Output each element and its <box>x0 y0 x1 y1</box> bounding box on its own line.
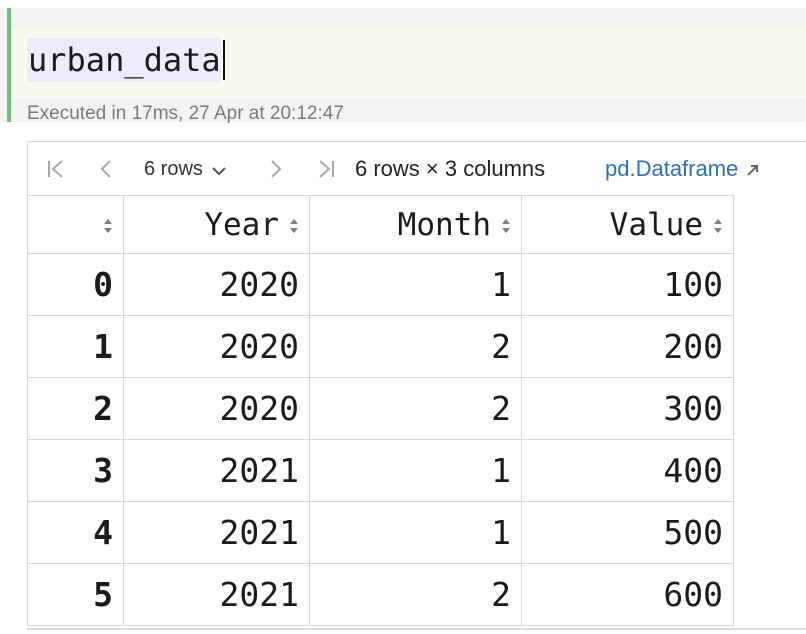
sort-icon[interactable] <box>501 206 511 242</box>
table-toolbar: 6 rows 6 rows × 3 columns pd.Dataframe <box>27 141 806 195</box>
execution-info: Executed in 17ms, 27 Apr at 20:12:47 <box>27 103 344 124</box>
dataframe-link[interactable]: pd.Dataframe <box>605 154 760 184</box>
column-header-label: Month <box>397 206 491 243</box>
next-page-icon[interactable] <box>266 154 286 184</box>
row-index: 3 <box>27 439 124 502</box>
table-row[interactable]: 3 2021 1 400 <box>27 439 734 502</box>
table-row[interactable]: 2 2020 2 300 <box>27 377 734 440</box>
text-caret <box>223 40 225 80</box>
cell-value[interactable]: 300 <box>521 377 734 440</box>
table-row[interactable]: 5 2021 2 600 <box>27 563 734 626</box>
cell-month[interactable]: 2 <box>309 563 522 626</box>
cell-month[interactable]: 1 <box>309 501 522 564</box>
cell-value[interactable]: 600 <box>521 563 734 626</box>
table-bottom-divider <box>27 628 806 630</box>
cell-year[interactable]: 2021 <box>123 563 310 626</box>
data-table: Year Month Value 0 2020 1 100 1 2020 2 2… <box>27 195 734 626</box>
cell-year[interactable]: 2020 <box>123 377 310 440</box>
column-header-label: Value <box>609 206 703 243</box>
cell-value[interactable]: 100 <box>521 253 734 316</box>
sort-icon[interactable] <box>713 206 723 242</box>
row-index: 1 <box>27 315 124 378</box>
cell-month[interactable]: 2 <box>309 377 522 440</box>
cell-year[interactable]: 2021 <box>123 501 310 564</box>
column-header-year[interactable]: Year <box>123 195 310 254</box>
first-page-icon[interactable] <box>44 154 68 184</box>
sort-icon[interactable] <box>103 206 113 242</box>
previous-page-icon[interactable] <box>96 154 116 184</box>
cell-month[interactable]: 2 <box>309 315 522 378</box>
row-index: 4 <box>27 501 124 564</box>
cell-month[interactable]: 1 <box>309 439 522 502</box>
column-header-value[interactable]: Value <box>521 195 734 254</box>
code-cell[interactable]: urban_data Executed in 17ms, 27 Apr at 2… <box>0 8 806 124</box>
cell-value[interactable]: 400 <box>521 439 734 502</box>
last-page-icon[interactable] <box>314 154 338 184</box>
dataframe-link-label: pd.Dataframe <box>605 156 739 181</box>
table-row[interactable]: 4 2021 1 500 <box>27 501 734 564</box>
chevron-down-icon <box>211 160 227 183</box>
cell-year[interactable]: 2020 <box>123 253 310 316</box>
column-header-month[interactable]: Month <box>309 195 522 254</box>
cell-value[interactable]: 500 <box>521 501 734 564</box>
row-index: 5 <box>27 563 124 626</box>
index-column-header[interactable] <box>27 195 124 254</box>
table-row[interactable]: 0 2020 1 100 <box>27 253 734 316</box>
cell-value[interactable]: 200 <box>521 315 734 378</box>
column-header-label: Year <box>204 206 279 243</box>
cell-year[interactable]: 2020 <box>123 315 310 378</box>
cell-year[interactable]: 2021 <box>123 439 310 502</box>
page-size-label: 6 rows <box>144 157 203 180</box>
dataframe-output: 6 rows 6 rows × 3 columns pd.Dataframe Y… <box>27 141 806 634</box>
page-size-select[interactable]: 6 rows <box>144 154 227 184</box>
table-row[interactable]: 1 2020 2 200 <box>27 315 734 378</box>
cell-month[interactable]: 1 <box>309 253 522 316</box>
code-text[interactable]: urban_data <box>27 38 222 82</box>
arrow-up-right-icon <box>746 157 760 183</box>
sort-icon[interactable] <box>289 206 299 242</box>
row-index: 0 <box>27 253 124 316</box>
notebook-page: urban_data Executed in 17ms, 27 Apr at 2… <box>0 0 806 634</box>
code-editor[interactable]: urban_data <box>11 28 806 98</box>
row-index: 2 <box>27 377 124 440</box>
header-row: Year Month Value <box>27 195 734 254</box>
table-dimensions: 6 rows × 3 columns <box>355 156 546 181</box>
